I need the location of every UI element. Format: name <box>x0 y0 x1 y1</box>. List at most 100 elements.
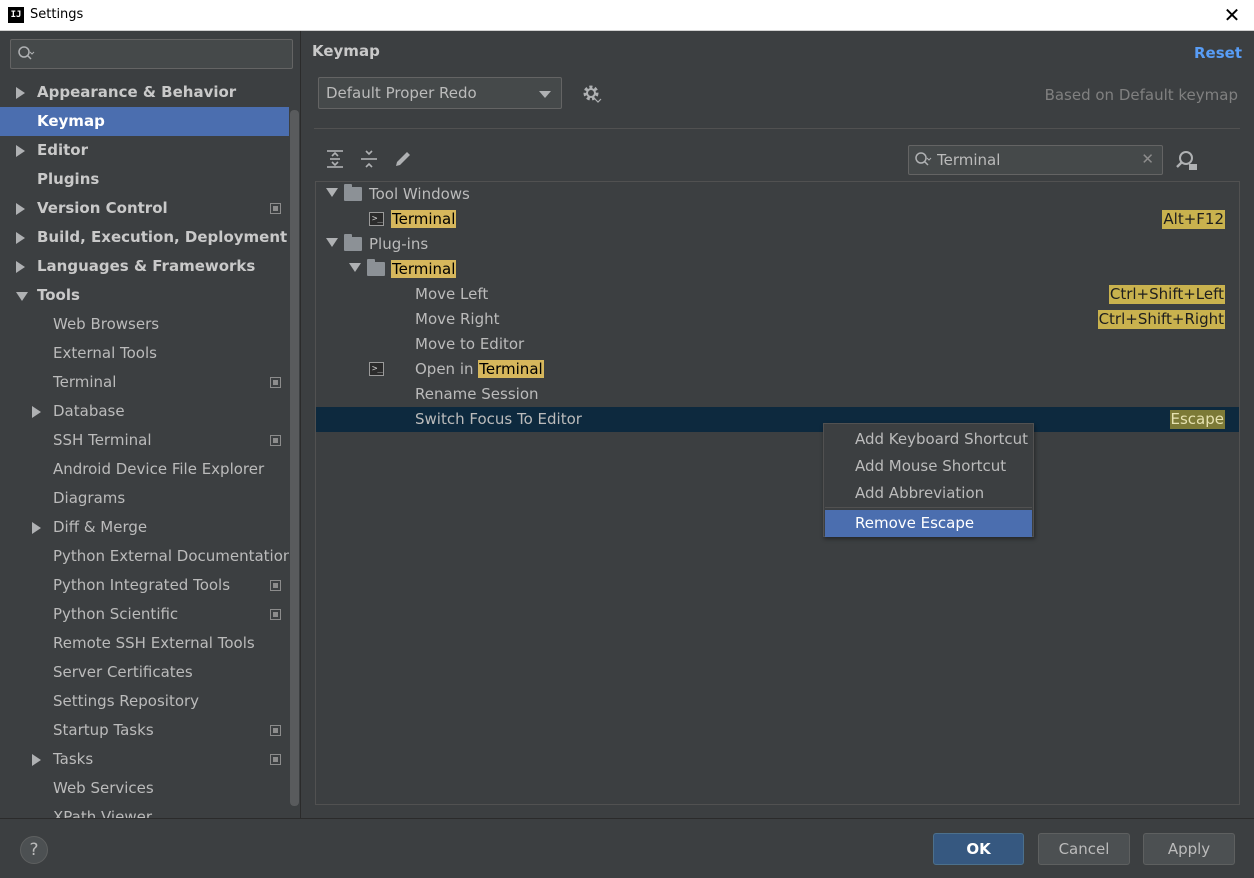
sidebar-item-languages-frameworks[interactable]: Languages & Frameworks <box>0 252 289 281</box>
sidebar-item-plugins[interactable]: Plugins <box>0 165 289 194</box>
separator <box>314 128 1240 129</box>
chevron-down-icon[interactable] <box>349 263 361 272</box>
gear-icon[interactable] <box>580 82 602 104</box>
sidebar-item-label: Editor <box>37 141 88 159</box>
action-row-move-right[interactable]: Move Right Ctrl+Shift+Right <box>316 307 1239 332</box>
action-row-move-to-editor[interactable]: Move to Editor <box>316 332 1239 357</box>
expand-all-icon[interactable] <box>324 148 346 170</box>
action-label: Switch Focus To Editor <box>415 407 582 432</box>
sidebar-item-editor[interactable]: Editor <box>0 136 289 165</box>
sidebar-scrollbar-thumb[interactable] <box>290 110 299 806</box>
action-label: Terminal <box>391 257 457 282</box>
sidebar-item-startup-tasks[interactable]: Startup Tasks <box>0 716 289 745</box>
find-shortcut-icon[interactable] <box>1174 148 1198 172</box>
window-title: Settings <box>30 7 84 22</box>
sidebar-item-label: Diagrams <box>53 489 126 507</box>
sidebar-item-external-tools[interactable]: External Tools <box>0 339 289 368</box>
sidebar-item-label: Appearance & Behavior <box>37 83 237 101</box>
sidebar-item-terminal[interactable]: Terminal <box>0 368 289 397</box>
sidebar-item-label: Plugins <box>37 170 100 188</box>
chevron-right-icon[interactable] <box>16 145 25 157</box>
sidebar-item-tasks[interactable]: Tasks <box>0 745 289 774</box>
project-level-icon <box>270 203 281 214</box>
action-row-terminal[interactable]: Terminal <box>316 257 1239 282</box>
cancel-button[interactable]: Cancel <box>1038 833 1130 865</box>
clear-filter-icon[interactable]: ✕ <box>1141 150 1154 168</box>
action-row-open-in-terminal[interactable]: >_ Open in Terminal <box>316 357 1239 382</box>
sidebar-item-label: Database <box>53 402 125 420</box>
sidebar-item-diagrams[interactable]: Diagrams <box>0 484 289 513</box>
action-label-text: Tool Windows <box>369 185 470 203</box>
settings-tree: Appearance & Behavior Keymap Editor Plugins… <box>0 78 292 818</box>
sidebar-item-version-control[interactable]: Version Control <box>0 194 289 223</box>
settings-sidebar: Appearance & Behavior Keymap Editor Plugins… <box>0 31 301 818</box>
action-row-terminal[interactable]: >_ Terminal Alt+F12 <box>316 207 1239 232</box>
action-label: Move to Editor <box>415 332 524 357</box>
collapse-all-icon[interactable] <box>358 148 380 170</box>
chevron-right-icon[interactable] <box>16 261 25 273</box>
sidebar-item-label: Server Certificates <box>53 663 193 681</box>
action-row-rename-session[interactable]: Rename Session <box>316 382 1239 407</box>
sidebar-item-build-execution-deployment[interactable]: Build, Execution, Deployment <box>0 223 289 252</box>
sidebar-item-database[interactable]: Database <box>0 397 289 426</box>
chevron-right-icon[interactable] <box>32 754 41 766</box>
sidebar-item-web-browsers[interactable]: Web Browsers <box>0 310 289 339</box>
sidebar-item-diff-merge[interactable]: Diff & Merge <box>0 513 289 542</box>
sidebar-item-remote-ssh-external-tools[interactable]: Remote SSH External Tools <box>0 629 289 658</box>
help-button[interactable]: ? <box>20 836 48 864</box>
sidebar-item-label: External Tools <box>53 344 157 362</box>
chevron-right-icon[interactable] <box>16 203 25 215</box>
ok-button[interactable]: OK <box>933 833 1024 865</box>
shortcut-badge: Ctrl+Shift+Right <box>1097 310 1225 329</box>
action-filter-input[interactable]: ✕ <box>908 145 1163 175</box>
sidebar-item-android-device-file-explorer[interactable]: Android Device File Explorer <box>0 455 289 484</box>
sidebar-item-python-scientific[interactable]: Python Scientific <box>0 600 289 629</box>
sidebar-item-ssh-terminal[interactable]: SSH Terminal <box>0 426 289 455</box>
action-label-text: Plug-ins <box>369 235 429 253</box>
chevron-right-icon[interactable] <box>32 522 41 534</box>
chevron-right-icon[interactable] <box>16 232 25 244</box>
action-label-text: Switch Focus To Editor <box>415 410 582 428</box>
sidebar-item-label: Web Services <box>53 779 154 797</box>
apply-button[interactable]: Apply <box>1143 833 1235 865</box>
action-row-plug-ins[interactable]: Plug-ins <box>316 232 1239 257</box>
action-label-text: Rename Session <box>415 385 539 403</box>
menu-item-add-keyboard-shortcut[interactable]: Add Keyboard Shortcut <box>825 426 1032 453</box>
sidebar-item-appearance-behavior[interactable]: Appearance & Behavior <box>0 78 289 107</box>
sidebar-item-settings-repository[interactable]: Settings Repository <box>0 687 289 716</box>
menu-item-add-mouse-shortcut[interactable]: Add Mouse Shortcut <box>825 453 1032 480</box>
sidebar-scrollbar[interactable] <box>289 110 300 806</box>
settings-search-input[interactable] <box>10 39 293 69</box>
project-level-icon <box>270 609 281 620</box>
action-filter-text[interactable] <box>937 150 1137 170</box>
chevron-down-icon[interactable] <box>326 238 338 247</box>
project-level-icon <box>270 754 281 765</box>
sidebar-item-keymap[interactable]: Keymap <box>0 107 289 136</box>
action-row-switch-focus-to-editor[interactable]: Switch Focus To Editor Escape <box>316 407 1239 432</box>
menu-item-remove-escape[interactable]: Remove Escape <box>825 510 1032 537</box>
sidebar-item-label: Version Control <box>37 199 168 217</box>
keymap-select-value: Default Proper Redo <box>326 84 477 102</box>
chevron-right-icon[interactable] <box>32 406 41 418</box>
sidebar-item-label: Languages & Frameworks <box>37 257 256 275</box>
sidebar-item-python-integrated-tools[interactable]: Python Integrated Tools <box>0 571 289 600</box>
page-title: Keymap <box>312 42 380 60</box>
action-row-tool-windows[interactable]: Tool Windows <box>316 182 1239 207</box>
context-menu: Add Keyboard Shortcut Add Mouse Shortcut A… <box>823 423 1034 537</box>
sidebar-item-label: Diff & Merge <box>53 518 148 536</box>
action-row-move-left[interactable]: Move Left Ctrl+Shift+Left <box>316 282 1239 307</box>
chevron-down-icon[interactable] <box>16 292 28 301</box>
keymap-panel: Keymap Reset Default Proper Redo Based o… <box>302 31 1254 818</box>
keymap-select[interactable]: Default Proper Redo <box>318 77 562 109</box>
chevron-down-icon[interactable] <box>326 188 338 197</box>
chevron-right-icon[interactable] <box>16 87 25 99</box>
sidebar-item-web-services[interactable]: Web Services <box>0 774 289 803</box>
pencil-icon[interactable] <box>392 148 414 170</box>
sidebar-item-xpath-viewer[interactable]: XPath Viewer <box>0 803 289 818</box>
sidebar-item-server-certificates[interactable]: Server Certificates <box>0 658 289 687</box>
menu-item-add-abbreviation[interactable]: Add Abbreviation <box>825 480 1032 507</box>
close-window-button[interactable]: ✕ <box>1220 3 1244 27</box>
sidebar-item-python-external-documentation[interactable]: Python External Documentation <box>0 542 292 571</box>
reset-link[interactable]: Reset <box>1194 44 1242 62</box>
sidebar-item-tools[interactable]: Tools <box>0 281 289 310</box>
